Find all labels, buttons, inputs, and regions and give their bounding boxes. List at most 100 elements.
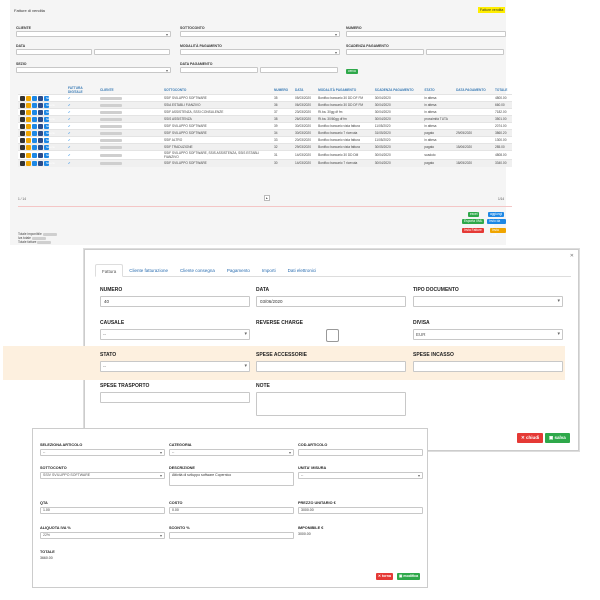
pdf-icon[interactable] [38, 102, 43, 108]
close-icon[interactable]: ✕ [570, 253, 574, 259]
descrizione-textarea[interactable]: Attività di sviluppo software Copernico [169, 472, 294, 486]
spese-trasporto-input[interactable] [100, 392, 250, 403]
pdf-icon[interactable] [38, 152, 43, 158]
causale-select[interactable]: -- [100, 329, 250, 340]
sottoconto-select[interactable]: SSIV SVILUPPO SOFTWARE [40, 472, 165, 479]
prezzo-input[interactable]: 3000.00 [298, 507, 423, 514]
table-row[interactable]: fattura ✔ SSIS ASSISTENZA 38 26/03/2020 Ri.ba… [18, 115, 512, 123]
fattura-button[interactable]: fattura [44, 95, 55, 101]
excel-button[interactable]: excel [468, 212, 480, 217]
codice-input[interactable] [298, 449, 423, 456]
aliquota-select[interactable]: 22% [40, 532, 165, 539]
datapag-from-input[interactable] [180, 67, 258, 73]
spese-incasso-input[interactable] [413, 361, 563, 372]
section-tab[interactable]: Fatture vendita [478, 7, 506, 13]
pdf-icon[interactable] [38, 130, 43, 136]
pdf-icon[interactable] [38, 144, 43, 150]
data-to-input[interactable] [94, 49, 170, 55]
fattura-button[interactable]: fattura [44, 102, 55, 108]
datapag-to-input[interactable] [260, 67, 338, 73]
tipo-documento-select[interactable] [413, 296, 563, 307]
copy-icon[interactable] [26, 95, 31, 101]
copy-icon[interactable] [26, 123, 31, 129]
table-row[interactable]: fattura ✔ SSIF ASSISTENZA, SSSI CONSULENZE… [18, 108, 512, 116]
search-button[interactable]: cerca [346, 69, 358, 74]
tab-cliente-consegna[interactable]: Cliente consegna [174, 264, 221, 277]
articolo-select[interactable]: -- [40, 449, 165, 456]
fattura-button[interactable]: fattura [44, 160, 55, 166]
qta-input[interactable]: 1.00 [40, 507, 165, 514]
export-xml-button[interactable]: Esporta XML [462, 219, 485, 224]
mail-icon[interactable] [32, 95, 37, 101]
copy-icon[interactable] [26, 160, 31, 166]
pager-button[interactable]: ▸ [264, 195, 270, 201]
edit-icon[interactable] [20, 95, 25, 101]
edit-icon[interactable] [20, 102, 25, 108]
copy-icon[interactable] [26, 116, 31, 122]
sezio-select[interactable] [16, 67, 171, 74]
copy-icon[interactable] [26, 109, 31, 115]
mail-icon[interactable] [32, 152, 37, 158]
edit-button[interactable]: ▣ modifica [397, 573, 421, 580]
fattura-button[interactable]: fattura [44, 116, 55, 122]
tab-cliente-fatturazione[interactable]: Cliente fatturazione [123, 264, 174, 277]
tab-pagamento[interactable]: Pagamento [221, 264, 256, 277]
table-row[interactable]: fattura ✔ SSIF SVILUPPO SOFTWARE 35 05/03/20… [18, 94, 512, 102]
back-button[interactable]: ✕ torna [376, 573, 393, 580]
table-row[interactable]: fattura ✔ SSIF ALTRO 33 20/03/2020 Bonifico b… [18, 136, 512, 144]
copy-icon[interactable] [26, 144, 31, 150]
tab-fattura[interactable]: Fattura [95, 264, 124, 277]
edit-icon[interactable] [20, 137, 25, 143]
pdf-icon[interactable] [38, 95, 43, 101]
send-invoices-button[interactable]: Invia Fatture [462, 228, 484, 233]
mail-icon[interactable] [32, 137, 37, 143]
copy-icon[interactable] [26, 130, 31, 136]
send-pdf-button[interactable]: Invia pdf [490, 228, 506, 237]
mail-icon[interactable] [32, 160, 37, 166]
tab-importi[interactable]: Importi [256, 264, 282, 277]
edit-icon[interactable] [20, 144, 25, 150]
costo-input[interactable]: 0.00 [169, 507, 294, 514]
add-button[interactable]: aggiungi [488, 212, 505, 217]
categoria-select[interactable]: -- [169, 449, 294, 456]
copy-icon[interactable] [26, 152, 31, 158]
mail-icon[interactable] [32, 123, 37, 129]
edit-icon[interactable] [20, 123, 25, 129]
modalita-select[interactable] [180, 49, 340, 56]
pdf-icon[interactable] [38, 137, 43, 143]
copy-icon[interactable] [26, 137, 31, 143]
table-row[interactable]: fattura ✔ SSIA ESTABLI FIANZIVO 36 06/03/202… [18, 101, 512, 109]
pdf-icon[interactable] [38, 123, 43, 129]
fattura-button[interactable]: fattura [44, 130, 55, 136]
close-button[interactable]: ✕ chiudi [517, 433, 544, 443]
sottoconto-select[interactable] [180, 31, 340, 38]
spese-accessorie-input[interactable] [256, 361, 406, 372]
fattura-button[interactable]: fattura [44, 109, 55, 115]
stato-select[interactable]: -- [100, 361, 250, 372]
table-row[interactable]: fattura ✔ SSIF TRADUZIONE 32 29/03/2020 Bonif… [18, 143, 512, 151]
save-button[interactable]: ▣ salva [545, 433, 570, 443]
mail-icon[interactable] [32, 130, 37, 136]
fattura-button[interactable]: fattura [44, 152, 55, 158]
edit-icon[interactable] [20, 109, 25, 115]
fattura-button[interactable]: fattura [44, 123, 55, 129]
table-row[interactable]: fattura ✔ SSIF SVILUPPO SOFTWARE 39 30/03/20… [18, 122, 512, 130]
scadenza-from-input[interactable] [346, 49, 424, 55]
copy-icon[interactable] [26, 102, 31, 108]
table-row[interactable]: fattura ✔ SSIF SVILUPPO SOFTWARE, SSIS ASS… [18, 150, 512, 160]
scadenza-to-input[interactable] [426, 49, 504, 55]
edit-icon[interactable] [20, 152, 25, 158]
fattura-button[interactable]: fattura [44, 144, 55, 150]
mail-icon[interactable] [32, 144, 37, 150]
pdf-icon[interactable] [38, 116, 43, 122]
cliente-select[interactable] [16, 31, 171, 38]
numero-input[interactable] [346, 31, 506, 37]
note-textarea[interactable] [256, 392, 406, 416]
table-row[interactable]: fattura ✔ SSIF SVILUPPO SOFTWARE 34 30/03/20… [18, 129, 512, 137]
pdf-icon[interactable] [38, 160, 43, 166]
pdf-icon[interactable] [38, 109, 43, 115]
sconto-input[interactable] [169, 532, 294, 539]
numero-input[interactable]: 40 [100, 296, 250, 307]
mail-icon[interactable] [32, 102, 37, 108]
mail-icon[interactable] [32, 116, 37, 122]
